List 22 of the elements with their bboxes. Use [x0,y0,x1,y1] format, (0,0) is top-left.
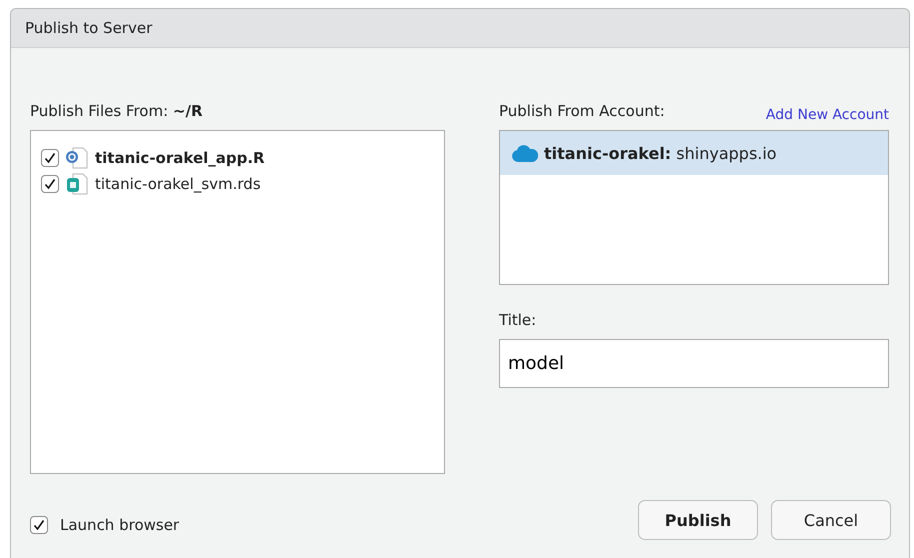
cancel-button[interactable]: Cancel [771,500,891,540]
title-label: Title: [499,310,538,331]
launch-browser-label: Launch browser [60,516,180,534]
cloud-icon [512,144,538,162]
account-label: Publish From Account: [499,101,665,122]
account-item[interactable]: titanic-orakel: shinyapps.io [500,131,888,175]
checkbox[interactable] [30,516,48,534]
publish-button[interactable]: Publish [638,500,758,540]
checkbox[interactable] [41,149,59,167]
file-name[interactable]: titanic-orakel_app.R [95,149,265,167]
files-label: Publish Files From: ~/R [30,101,204,122]
add-account-link[interactable]: Add New Account [766,107,889,123]
r-script-file-icon [65,146,89,170]
checkbox[interactable] [41,175,59,193]
window-title: Publish to Server [25,19,152,37]
title-input[interactable]: model [499,339,889,388]
checkmark-icon [43,151,57,165]
checkmark-icon [32,518,46,532]
r-data-file-icon [65,172,89,196]
file-name[interactable]: titanic-orakel_svm.rds [95,175,261,193]
account-name: titanic-orakel: shinyapps.io [544,144,777,162]
checkmark-icon [43,177,57,191]
